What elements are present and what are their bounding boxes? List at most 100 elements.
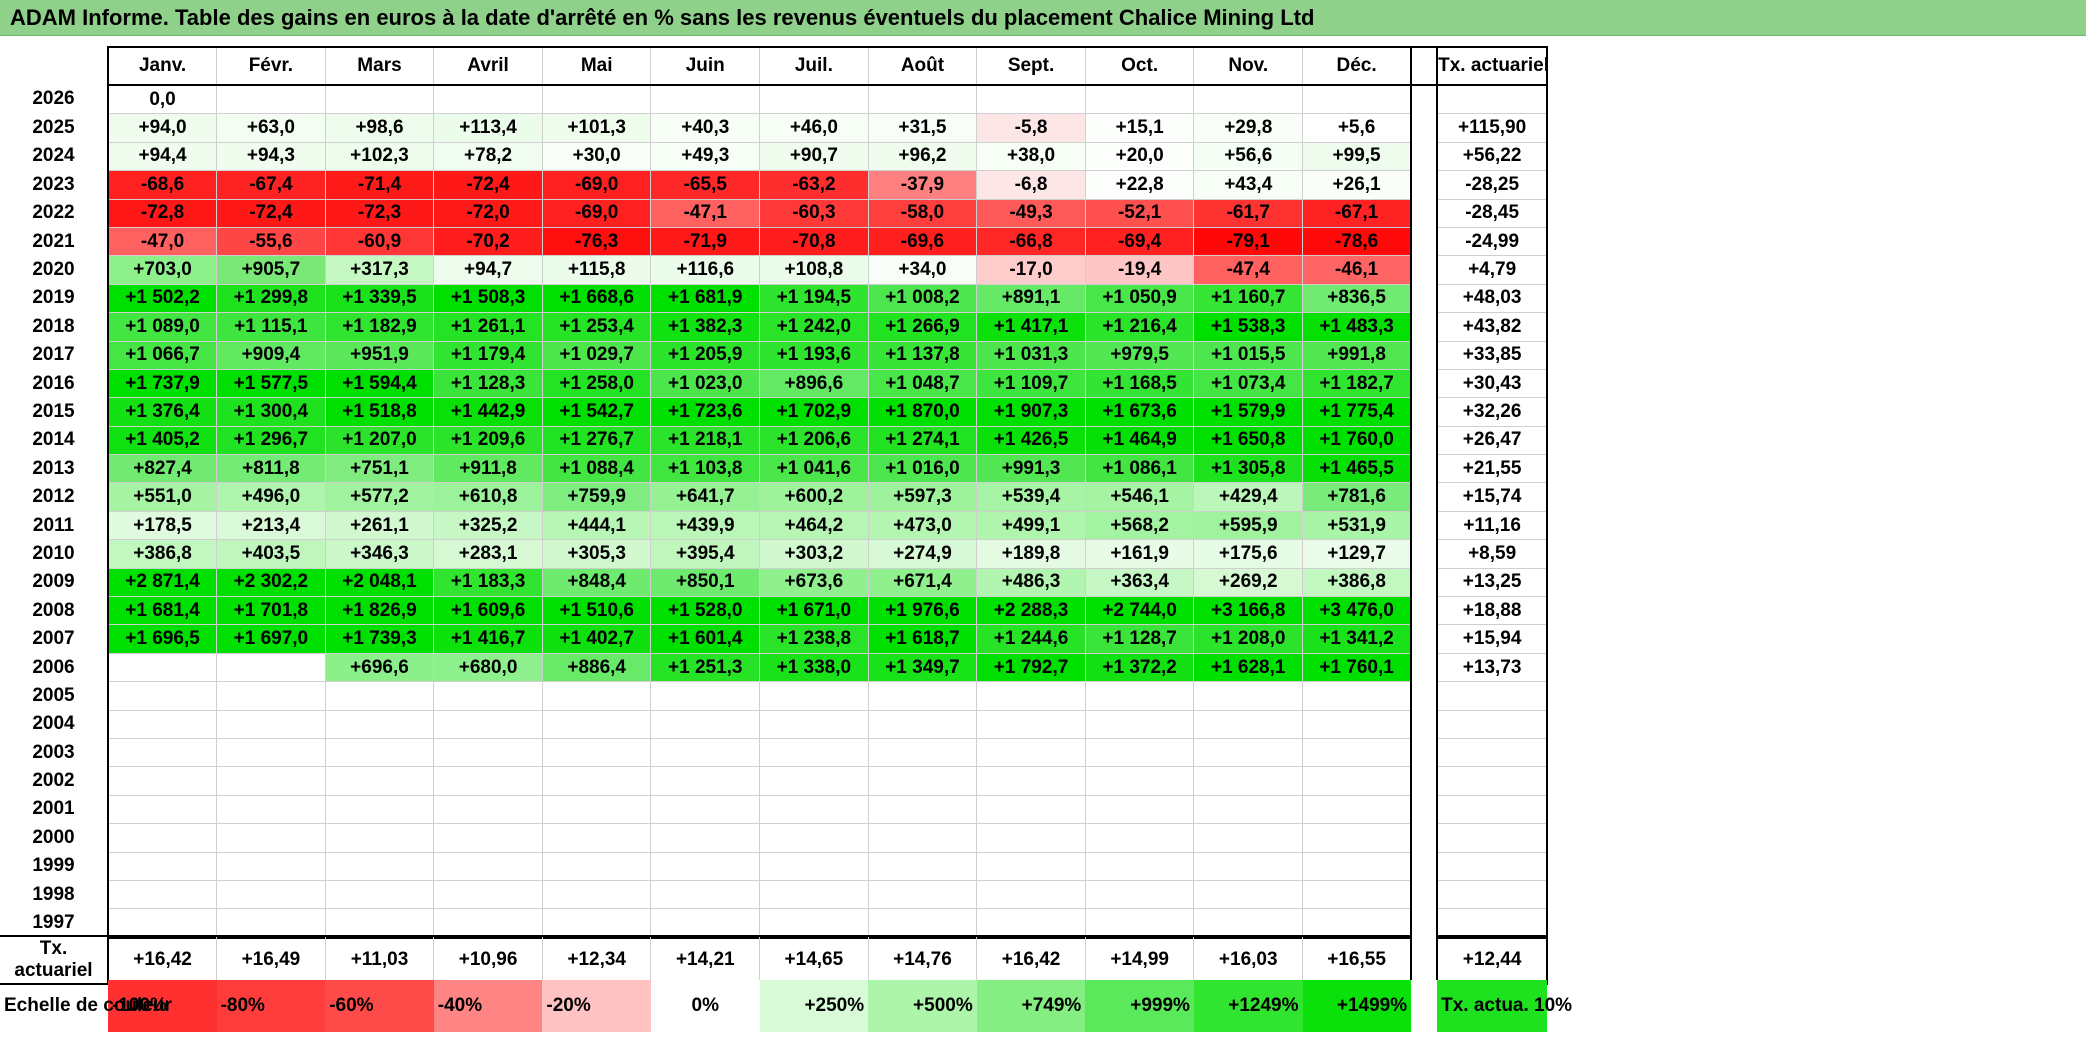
gain-cell: -52,1 [1084,198,1195,228]
table-row: 1998 [0,879,1549,910]
gain-cell: -65,5 [650,170,761,200]
gain-cell: +101,3 [541,113,652,143]
ta-cell [1436,681,1549,711]
gain-cell: +1 008,2 [867,283,978,314]
gain-cell [1302,709,1413,739]
gain-cell: +15,1 [1084,113,1195,143]
year-label: 2014 [0,426,109,455]
avg-month-rate: +16,42 [976,935,1086,985]
gain-cell: +2 871,4 [107,567,218,598]
gain-cell: +496,0 [216,482,326,512]
gain-cell [433,908,543,939]
gain-cell [324,823,435,853]
scale-swatch: +1499% [1302,980,1412,1032]
table-row: 2009 +2 871,4 +2 302,2 +2 048,1 +1 183,3 +848… [0,567,1549,598]
table-row: 2002 [0,766,1549,796]
ta-cell: -28,45 [1436,198,1549,228]
ta-cell: +26,47 [1436,425,1549,456]
gain-cell: +671,4 [867,567,978,598]
gain-cell [867,766,978,796]
gain-cell [541,823,652,853]
gain-cell: +1 299,8 [216,283,326,314]
gain-cell [216,709,326,739]
gain-cell [324,737,435,768]
table-row: 2000 [0,823,1549,853]
table-row: 1999 [0,851,1549,881]
gain-cell: +1 261,1 [433,312,543,342]
gain-cell: +325,2 [433,510,543,541]
gain-cell: +1 483,3 [1302,312,1413,342]
column-gap [1411,936,1437,984]
table-row: 2004 [0,709,1549,739]
gain-cell: +991,8 [1302,340,1413,370]
gain-cell: +1 206,6 [759,425,869,456]
gain-cell [1084,681,1195,711]
ta-cell [1436,794,1549,825]
gain-cell: +29,8 [1193,113,1304,143]
gain-cell: +641,7 [650,482,761,512]
gain-cell [1084,794,1195,825]
gain-cell: +1 609,6 [433,596,543,626]
gain-cell [541,766,652,796]
column-gap [1411,624,1438,654]
month-header: Juil. [759,46,869,86]
column-gap [1411,85,1438,114]
gain-cell: +896,6 [759,368,869,399]
gain-cell [107,823,218,853]
ta-cell: +30,43 [1436,368,1549,399]
gain-cell: +26,1 [1302,170,1413,200]
gain-cell [216,652,326,683]
gain-cell: +1 048,7 [867,368,978,399]
gain-cell: -78,6 [1302,226,1413,257]
gain-cell: +1 341,2 [1302,624,1413,654]
gain-cell: +1 628,1 [1193,652,1304,683]
table-row: 2006 +696,6 +680,0 +886,4 +1 251,3 +1 338,0 +1… [0,652,1549,683]
year-label: 2007 [0,624,109,654]
table-row: 2008 +1 681,4 +1 701,8 +1 826,9 +1 609,6 +1 5… [0,596,1549,626]
gain-cell [1084,908,1195,939]
gain-cell [976,823,1086,853]
gain-cell: +1 528,0 [650,596,761,626]
gain-cell: +836,5 [1302,283,1413,314]
scale-label: Echelle de couleur [4,995,172,1016]
gain-cell [433,84,543,115]
column-gap [1411,980,1438,1032]
gain-cell: +1 207,0 [324,425,435,456]
gain-cell: +1 579,9 [1193,397,1304,427]
gain-cell: +346,3 [324,539,435,569]
table-row: 2022 -72,8 -72,4 -72,3 -72,0 -69,0 -47,1 -60,3-… [0,198,1549,228]
gain-cell [433,879,543,910]
avg-month-rate: +16,42 [107,935,218,985]
gain-cell: +680,0 [433,652,543,683]
gain-cell [759,794,869,825]
gain-cell: -69,0 [541,198,652,228]
gain-cell [759,851,869,881]
gain-cell: +1 870,0 [867,397,978,427]
column-gap [1411,482,1438,512]
gain-cell [1302,908,1413,939]
gain-cell: +386,8 [1302,567,1413,598]
gain-cell: +1 073,4 [1193,368,1304,399]
table-row: 2010 +386,8 +403,5 +346,3 +283,1 +305,3 +395,4… [0,539,1549,569]
gains-table: Janv. Févr. Mars Avril Mai Juin Juil. Août Sept.… [0,46,1549,939]
gain-cell: +1 792,7 [976,652,1086,683]
year-label: 2013 [0,454,109,483]
gain-cell: +1 696,5 [107,624,218,654]
gain-cell [541,794,652,825]
gain-cell: +577,2 [324,482,435,512]
gain-cell: +2 744,0 [1084,596,1195,626]
gain-cell: +20,0 [1084,141,1195,172]
gain-cell: +2 048,1 [324,567,435,598]
gain-cell: +1 442,9 [433,397,543,427]
gain-cell: +1 681,4 [107,596,218,626]
gain-cell: +1 402,7 [541,624,652,654]
ta-cell [1436,823,1549,853]
gain-cell [976,84,1086,115]
gain-cell [1084,709,1195,739]
gain-cell [1193,851,1304,881]
gain-cell: +115,8 [541,255,652,285]
gain-cell: -49,3 [976,198,1086,228]
gain-cell: +991,3 [976,454,1086,484]
gain-cell [107,681,218,711]
gain-cell: +1 205,9 [650,340,761,370]
